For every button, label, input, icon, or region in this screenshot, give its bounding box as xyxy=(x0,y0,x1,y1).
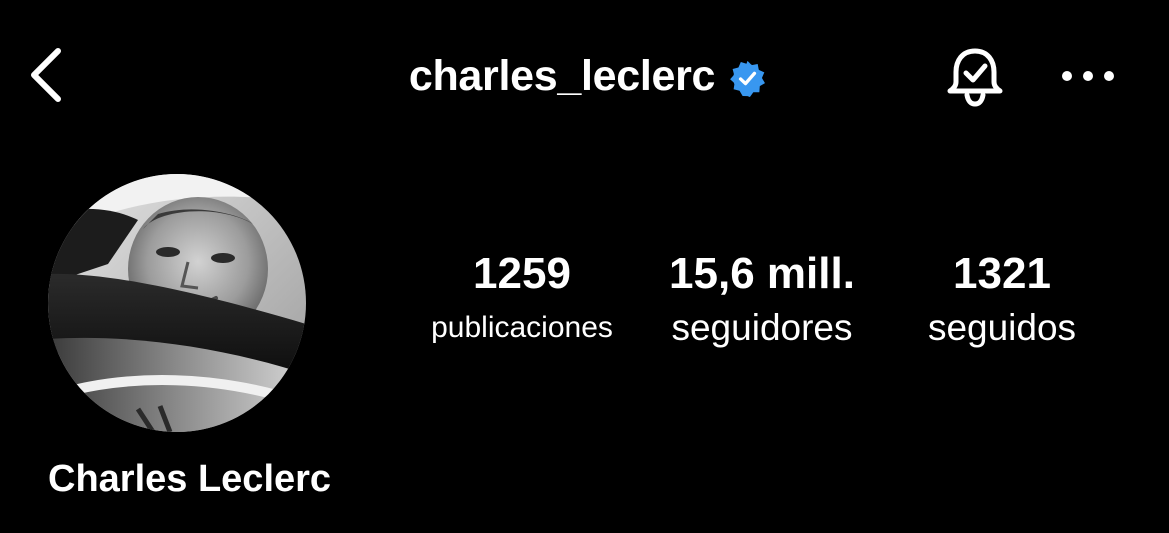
notifications-button[interactable] xyxy=(938,42,1012,112)
chevron-left-icon xyxy=(31,48,61,102)
profile-header: charles_leclerc xyxy=(0,0,1169,150)
stat-following[interactable]: 1321 seguidos xyxy=(900,248,1104,356)
stat-following-label: seguidos xyxy=(927,307,1077,348)
stat-posts-label: publicaciones xyxy=(431,311,613,344)
ellipsis-icon xyxy=(1062,71,1114,81)
profile-avatar[interactable] xyxy=(48,174,306,432)
back-button[interactable] xyxy=(18,40,74,110)
username-label: charles_leclerc xyxy=(408,51,716,100)
stat-followers[interactable]: 15,6 mill. seguidores xyxy=(648,248,876,356)
bell-check-icon xyxy=(947,48,1003,107)
stat-posts[interactable]: 1259 publicaciones xyxy=(410,248,634,356)
profile-display-name: Charles Leclerc xyxy=(48,458,332,500)
stat-posts-value: 1259 xyxy=(473,249,571,298)
stat-following-value: 1321 xyxy=(953,249,1051,298)
verified-badge-icon xyxy=(729,60,766,97)
stat-followers-label: seguidores xyxy=(671,307,853,348)
stat-followers-value: 15,6 mill. xyxy=(669,249,855,298)
username-title[interactable]: charles_leclerc xyxy=(409,52,766,101)
more-options-button[interactable] xyxy=(1052,46,1124,106)
profile-photo xyxy=(48,174,306,432)
